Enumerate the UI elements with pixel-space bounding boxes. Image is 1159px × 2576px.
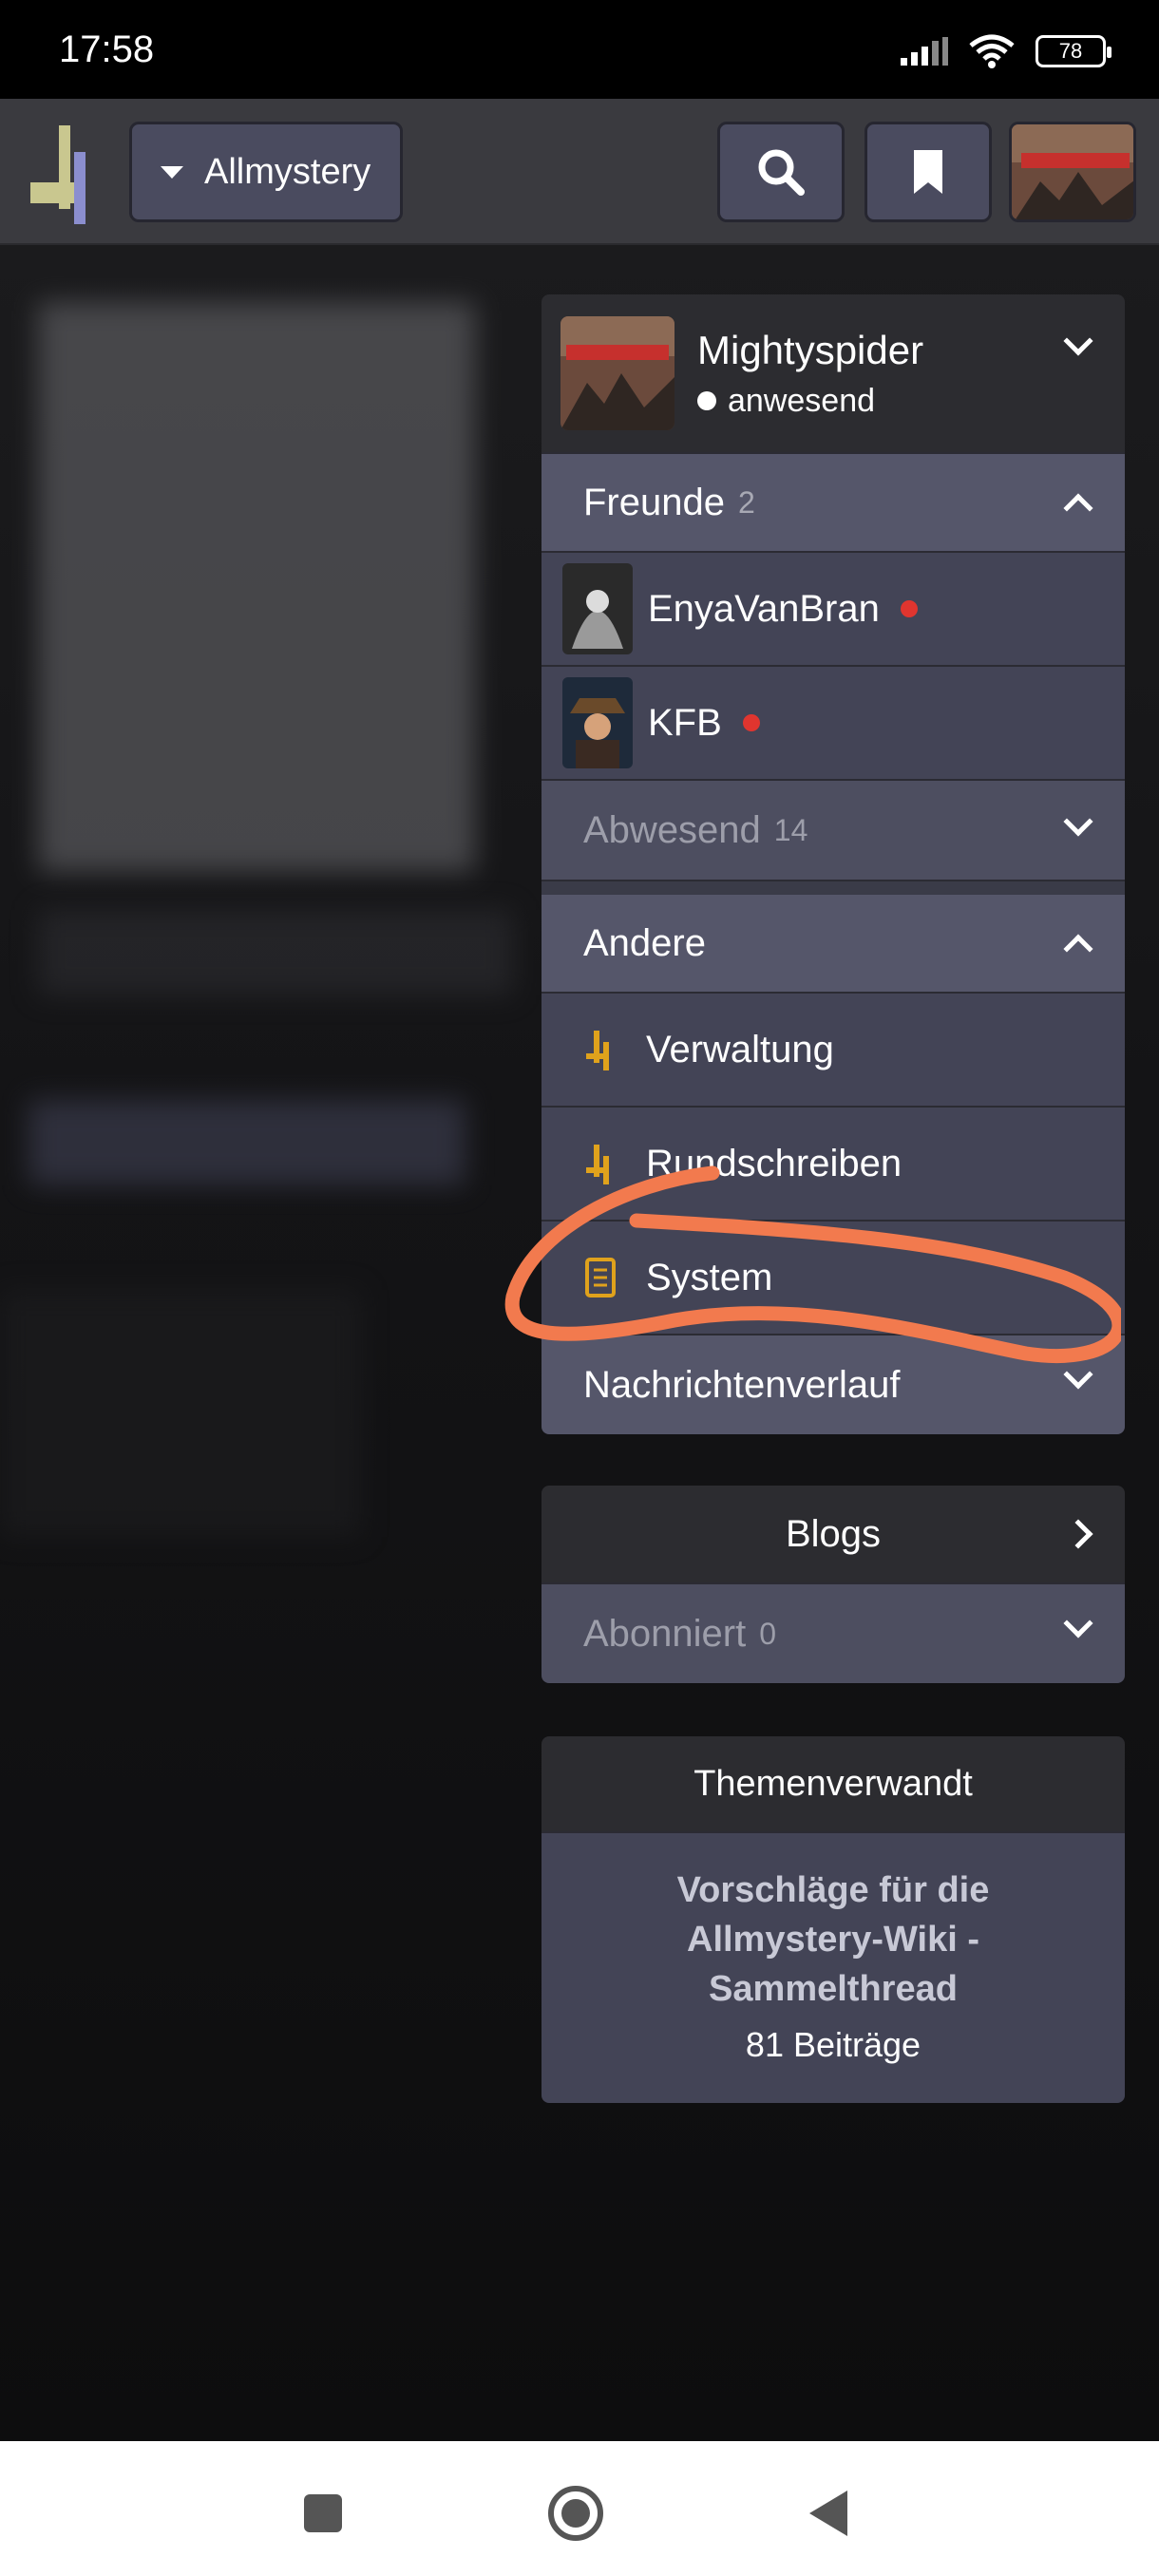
wifi-icon bbox=[969, 34, 1015, 68]
chevron-down-icon bbox=[1063, 1359, 1093, 1390]
avatar bbox=[562, 677, 633, 768]
square-icon bbox=[304, 2494, 342, 2532]
bookmark-button[interactable] bbox=[864, 122, 992, 222]
username: Mightyspider bbox=[697, 327, 924, 372]
chevron-down-icon bbox=[1063, 1608, 1093, 1638]
related-thread[interactable]: Vorschläge für die Allmystery-Wiki - Sam… bbox=[542, 1833, 1125, 2103]
related-header: Themenverwandt bbox=[542, 1736, 1125, 1833]
menu-item-label: System bbox=[646, 1256, 773, 1298]
subscribed-label: Abonniert bbox=[583, 1612, 747, 1655]
chevron-down-icon[interactable] bbox=[1063, 326, 1093, 356]
chevron-up-icon bbox=[1063, 493, 1093, 523]
user-card[interactable]: Mightyspider anwesend bbox=[542, 294, 1125, 454]
status-time: 17:58 bbox=[59, 28, 155, 70]
friends-section-header[interactable]: Freunde 2 bbox=[542, 454, 1125, 553]
avatar bbox=[560, 316, 674, 430]
allmystery-logo-icon bbox=[581, 1142, 619, 1185]
chevron-down-icon bbox=[1063, 806, 1093, 837]
friend-name: EnyaVanBran bbox=[648, 587, 880, 630]
other-label: Andere bbox=[583, 921, 706, 964]
friends-count: 2 bbox=[737, 484, 755, 520]
chevron-up-icon bbox=[1063, 934, 1093, 964]
circle-icon bbox=[548, 2486, 603, 2541]
back-button[interactable] bbox=[800, 2485, 857, 2542]
blogs-label: Blogs bbox=[785, 1512, 882, 1555]
user-status: anwesend bbox=[728, 382, 876, 419]
forum-selector-button[interactable]: Allmystery bbox=[129, 122, 403, 222]
away-friends-header[interactable]: Abwesend 14 bbox=[542, 781, 1125, 881]
battery-icon: 78 bbox=[1036, 35, 1112, 67]
message-history-header[interactable]: Nachrichtenverlauf bbox=[542, 1335, 1125, 1434]
home-button[interactable] bbox=[547, 2485, 604, 2542]
blogs-panel: Blogs Abonniert 0 bbox=[542, 1486, 1125, 1683]
menu-item-label: Verwaltung bbox=[646, 1028, 834, 1070]
recents-button[interactable] bbox=[294, 2485, 352, 2542]
allmystery-logo-icon bbox=[581, 1028, 619, 1071]
online-dot-icon bbox=[697, 391, 716, 410]
related-thread-posts: 81 Beiträge bbox=[745, 2025, 922, 2064]
forum-selector-label: Allmystery bbox=[204, 151, 371, 192]
other-section-header[interactable]: Andere bbox=[542, 895, 1125, 994]
status-icons: 78 bbox=[901, 30, 1112, 72]
caret-down-icon bbox=[161, 165, 183, 179]
menu-item-system[interactable]: System bbox=[542, 1222, 1125, 1335]
chevron-right-icon bbox=[1063, 1519, 1093, 1549]
blogs-header[interactable]: Blogs bbox=[542, 1486, 1125, 1584]
friends-label: Freunde bbox=[583, 481, 725, 523]
subscribed-blogs-header[interactable]: Abonniert 0 bbox=[542, 1584, 1125, 1683]
friend-name: KFB bbox=[648, 701, 722, 744]
message-history-label: Nachrichtenverlauf bbox=[583, 1363, 901, 1406]
related-thread-title[interactable]: Vorschläge für die Allmystery-Wiki - Sam… bbox=[580, 1866, 1087, 2014]
user-avatar-button[interactable] bbox=[1009, 122, 1136, 222]
battery-level: 78 bbox=[1058, 39, 1083, 63]
search-icon bbox=[758, 149, 805, 196]
app-header: Allmystery bbox=[0, 99, 1159, 245]
user-menu-panel: Mightyspider anwesend Freunde 2 EnyaVanB… bbox=[542, 294, 1125, 1434]
related-topics-panel: Themenverwandt Vorschläge für die Allmys… bbox=[542, 1736, 1125, 2103]
subscribed-count: 0 bbox=[759, 1616, 777, 1651]
away-label: Abwesend bbox=[583, 808, 761, 851]
triangle-back-icon bbox=[809, 2491, 847, 2536]
related-heading: Themenverwandt bbox=[694, 1763, 973, 1804]
away-count: 14 bbox=[773, 812, 808, 847]
friend-item[interactable]: KFB bbox=[542, 667, 1125, 781]
menu-item-verwaltung[interactable]: Verwaltung bbox=[542, 994, 1125, 1108]
status-dot-icon bbox=[900, 600, 918, 617]
document-icon bbox=[581, 1256, 619, 1299]
avatar bbox=[562, 563, 633, 654]
search-button[interactable] bbox=[717, 122, 845, 222]
menu-item-rundschreiben[interactable]: Rundschreiben bbox=[542, 1108, 1125, 1222]
system-nav-bar bbox=[0, 2441, 1159, 2576]
avatar bbox=[1012, 124, 1133, 219]
friend-item[interactable]: EnyaVanBran bbox=[542, 553, 1125, 667]
allmystery-logo-icon[interactable] bbox=[30, 123, 97, 224]
menu-item-label: Rundschreiben bbox=[646, 1142, 902, 1184]
bookmark-icon bbox=[914, 150, 942, 194]
status-bar: 17:58 78 bbox=[0, 0, 1159, 99]
status-dot-icon bbox=[742, 714, 760, 731]
signal-icon bbox=[901, 37, 948, 66]
